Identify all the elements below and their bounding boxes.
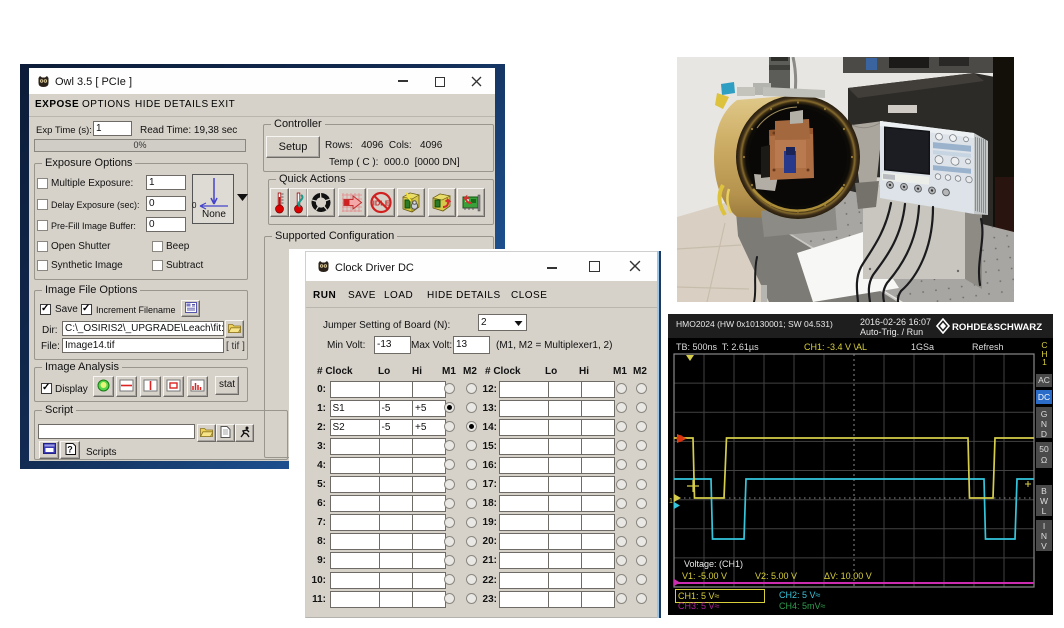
svg-text:1: 1 — [669, 498, 673, 505]
svg-text:?: ? — [67, 445, 73, 455]
